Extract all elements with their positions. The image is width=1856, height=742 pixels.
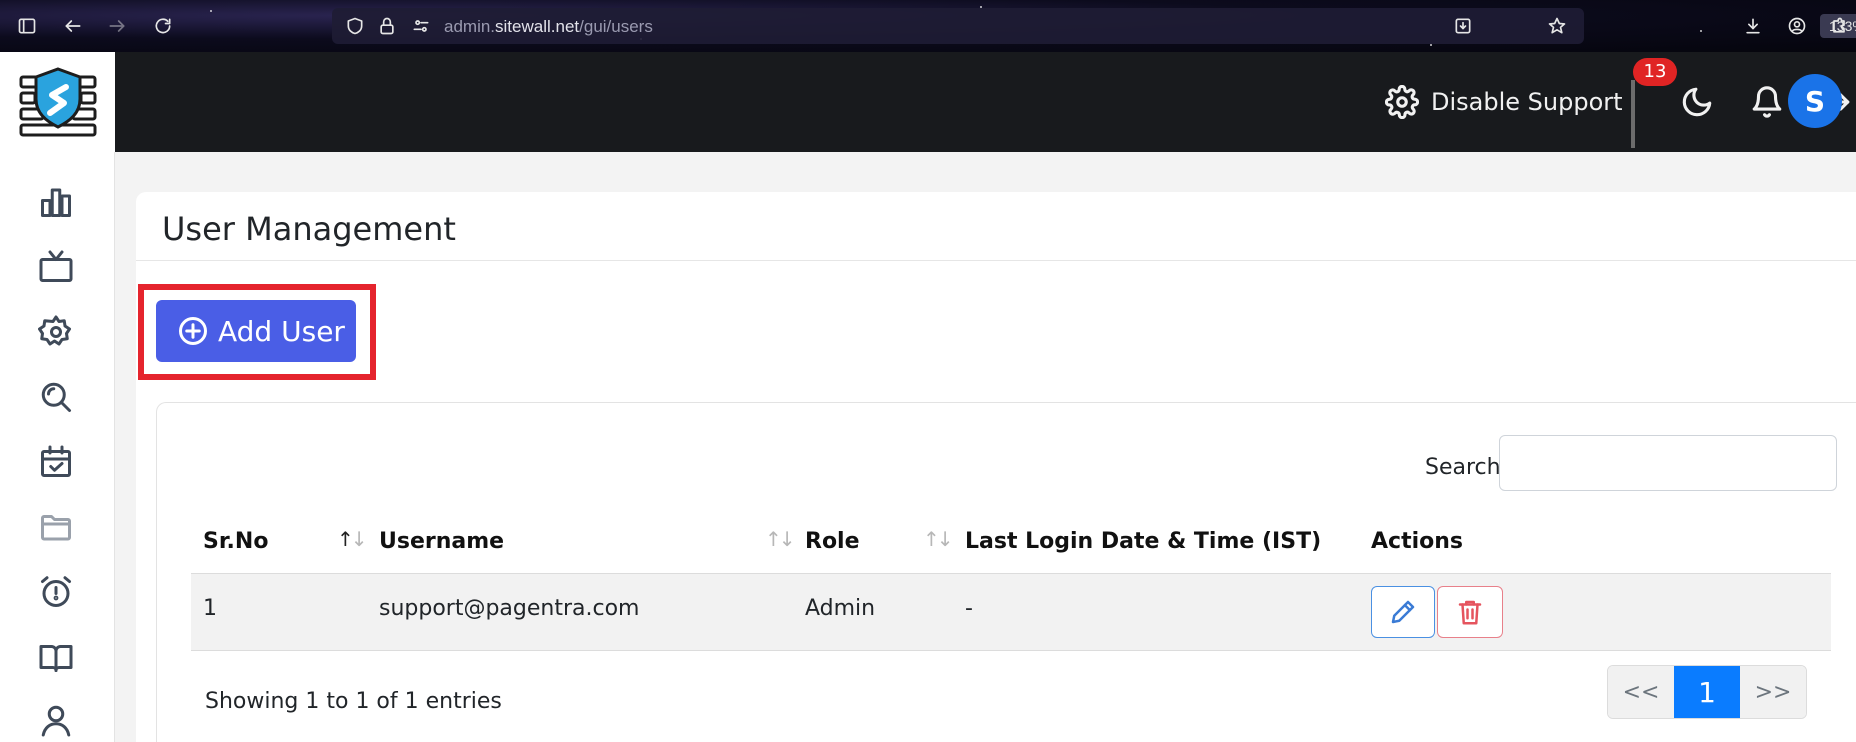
sidebar bbox=[0, 152, 115, 742]
browser-toolbar: admin.sitewall.net/gui/users 133% bbox=[0, 0, 1856, 52]
sidebar-toggle-icon[interactable] bbox=[14, 13, 40, 39]
title-divider bbox=[136, 260, 1856, 261]
table-row: 1 support@pagentra.com Admin - bbox=[191, 573, 1831, 651]
pencil-icon bbox=[1391, 600, 1415, 624]
back-icon[interactable] bbox=[60, 13, 86, 39]
entries-info: Showing 1 to 1 of 1 entries bbox=[205, 689, 502, 714]
account-icon[interactable] bbox=[1784, 13, 1810, 39]
gear-icon[interactable] bbox=[36, 312, 76, 352]
user-avatar[interactable]: S bbox=[1788, 74, 1842, 128]
sort-icon[interactable]: ↑↓ bbox=[765, 527, 795, 551]
reload-icon[interactable] bbox=[150, 13, 176, 39]
shield-icon[interactable] bbox=[342, 13, 368, 39]
disable-support-label: Disable Support bbox=[1431, 88, 1623, 116]
cell-username: support@pagentra.com bbox=[379, 596, 640, 621]
sort-icon[interactable]: ↑↓ bbox=[337, 527, 367, 551]
lock-icon[interactable] bbox=[374, 13, 400, 39]
notification-bell-icon[interactable] bbox=[1747, 82, 1787, 122]
plus-circle-icon bbox=[179, 317, 207, 345]
calendar-check-icon[interactable] bbox=[36, 442, 76, 482]
app-logo[interactable] bbox=[0, 52, 115, 152]
page-title: User Management bbox=[162, 210, 456, 248]
delete-button[interactable] bbox=[1437, 586, 1503, 638]
cell-role: Admin bbox=[805, 596, 876, 621]
pagination-next[interactable]: >> bbox=[1740, 666, 1806, 718]
save-page-icon[interactable] bbox=[1450, 13, 1476, 39]
column-header-role[interactable]: Role bbox=[805, 529, 860, 554]
alarm-icon[interactable] bbox=[36, 572, 76, 612]
folder-icon[interactable] bbox=[36, 507, 76, 547]
column-header-actions: Actions bbox=[1371, 529, 1463, 554]
extensions-icon[interactable] bbox=[1826, 13, 1852, 39]
gear-icon bbox=[1385, 85, 1419, 119]
column-header-username[interactable]: Username bbox=[379, 529, 504, 554]
search-icon[interactable] bbox=[36, 377, 76, 417]
trash-icon bbox=[1458, 600, 1482, 625]
notification-count-badge: 13 bbox=[1633, 58, 1677, 86]
forward-icon[interactable] bbox=[104, 13, 130, 39]
url-text: admin.sitewall.net/gui/users bbox=[444, 17, 653, 36]
sort-icon[interactable]: ↑↓ bbox=[923, 527, 953, 551]
site-settings-icon[interactable] bbox=[408, 13, 434, 39]
dark-mode-icon[interactable] bbox=[1677, 82, 1717, 122]
book-icon[interactable] bbox=[36, 637, 76, 677]
downloads-icon[interactable] bbox=[1740, 13, 1766, 39]
add-user-label: Add User bbox=[218, 314, 345, 348]
user-management-card: User Management Add User Search: Sr.No ↑… bbox=[136, 192, 1856, 742]
bar-chart-icon[interactable] bbox=[36, 182, 76, 222]
disable-support-button[interactable]: Disable Support bbox=[1385, 82, 1623, 122]
cell-last-login: - bbox=[965, 596, 973, 621]
pagination-prev[interactable]: << bbox=[1608, 666, 1674, 718]
search-input[interactable] bbox=[1499, 435, 1837, 491]
column-header-last-login[interactable]: Last Login Date & Time (IST) bbox=[965, 529, 1321, 554]
tv-icon[interactable] bbox=[36, 247, 76, 287]
users-table-panel: Search: Sr.No ↑↓ Username ↑↓ Role ↑↓ Las… bbox=[156, 402, 1856, 742]
edit-button[interactable] bbox=[1371, 586, 1435, 638]
add-user-button[interactable]: Add User bbox=[156, 300, 356, 362]
column-header-srno[interactable]: Sr.No bbox=[203, 529, 268, 554]
address-bar[interactable]: admin.sitewall.net/gui/users 133% bbox=[332, 8, 1856, 44]
topbar-divider bbox=[1631, 80, 1635, 148]
user-icon[interactable] bbox=[36, 700, 76, 740]
sitewall-logo-icon bbox=[19, 67, 96, 137]
pagination: << 1 >> bbox=[1607, 665, 1807, 719]
cell-srno: 1 bbox=[203, 596, 217, 621]
top-navbar: Disable Support 13 S bbox=[115, 52, 1856, 152]
pagination-page-1[interactable]: 1 bbox=[1674, 666, 1740, 718]
bookmark-star-icon[interactable] bbox=[1544, 13, 1570, 39]
search-label: Search: bbox=[1425, 455, 1508, 480]
